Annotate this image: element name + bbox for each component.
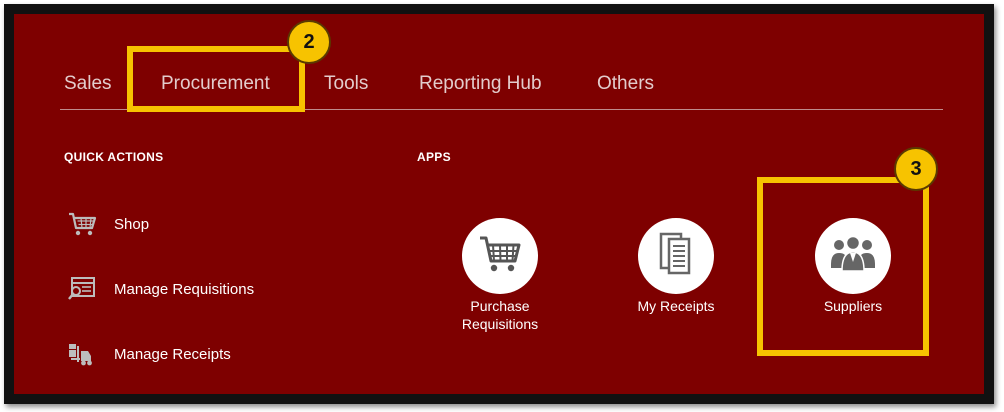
cart-icon xyxy=(66,211,98,237)
quick-action-manage-receipts-label: Manage Receipts xyxy=(114,345,231,363)
tab-others[interactable]: Others xyxy=(597,72,654,96)
people-group-icon xyxy=(829,234,877,279)
screenshot-frame: Sales Procurement Tools Reporting Hub Ot… xyxy=(4,4,994,404)
navigator-panel: Sales Procurement Tools Reporting Hub Ot… xyxy=(14,14,984,394)
app-my-receipts-circle xyxy=(638,218,714,294)
tab-divider xyxy=(60,109,943,110)
forklift-icon xyxy=(66,341,98,367)
shopping-cart-icon xyxy=(478,234,522,279)
app-my-receipts[interactable]: My Receipts xyxy=(606,218,746,315)
quick-action-manage-requisitions-label: Manage Requisitions xyxy=(114,280,255,298)
quick-action-shop-label: Shop xyxy=(114,215,150,233)
app-suppliers-circle xyxy=(815,218,891,294)
quick-action-manage-requisitions[interactable]: Manage Requisitions xyxy=(66,274,254,304)
app-suppliers[interactable]: Suppliers xyxy=(783,218,923,315)
requisition-form-icon xyxy=(66,276,98,302)
quick-action-shop[interactable]: Shop xyxy=(66,209,149,239)
app-suppliers-label: Suppliers xyxy=(823,298,883,314)
quick-actions-heading: QUICK ACTIONS xyxy=(64,150,164,164)
tab-sales[interactable]: Sales xyxy=(64,72,112,96)
app-purchase-requisitions[interactable]: Purchase Requisitions xyxy=(430,218,570,333)
app-purchase-requisitions-label-line2: Requisitions xyxy=(461,316,539,332)
app-purchase-requisitions-label-line1: Purchase xyxy=(470,298,530,314)
documents-icon xyxy=(659,232,693,281)
apps-heading: APPS xyxy=(417,150,451,164)
tab-procurement[interactable]: Procurement xyxy=(161,72,270,96)
quick-action-manage-receipts[interactable]: Manage Receipts xyxy=(66,339,231,369)
step-badge-suppliers: 3 xyxy=(894,147,938,191)
app-purchase-requisitions-circle xyxy=(462,218,538,294)
step-badge-procurement: 2 xyxy=(287,20,331,64)
tab-reporting-hub[interactable]: Reporting Hub xyxy=(419,72,542,96)
tab-tools[interactable]: Tools xyxy=(324,72,368,96)
app-my-receipts-label: My Receipts xyxy=(637,298,715,314)
